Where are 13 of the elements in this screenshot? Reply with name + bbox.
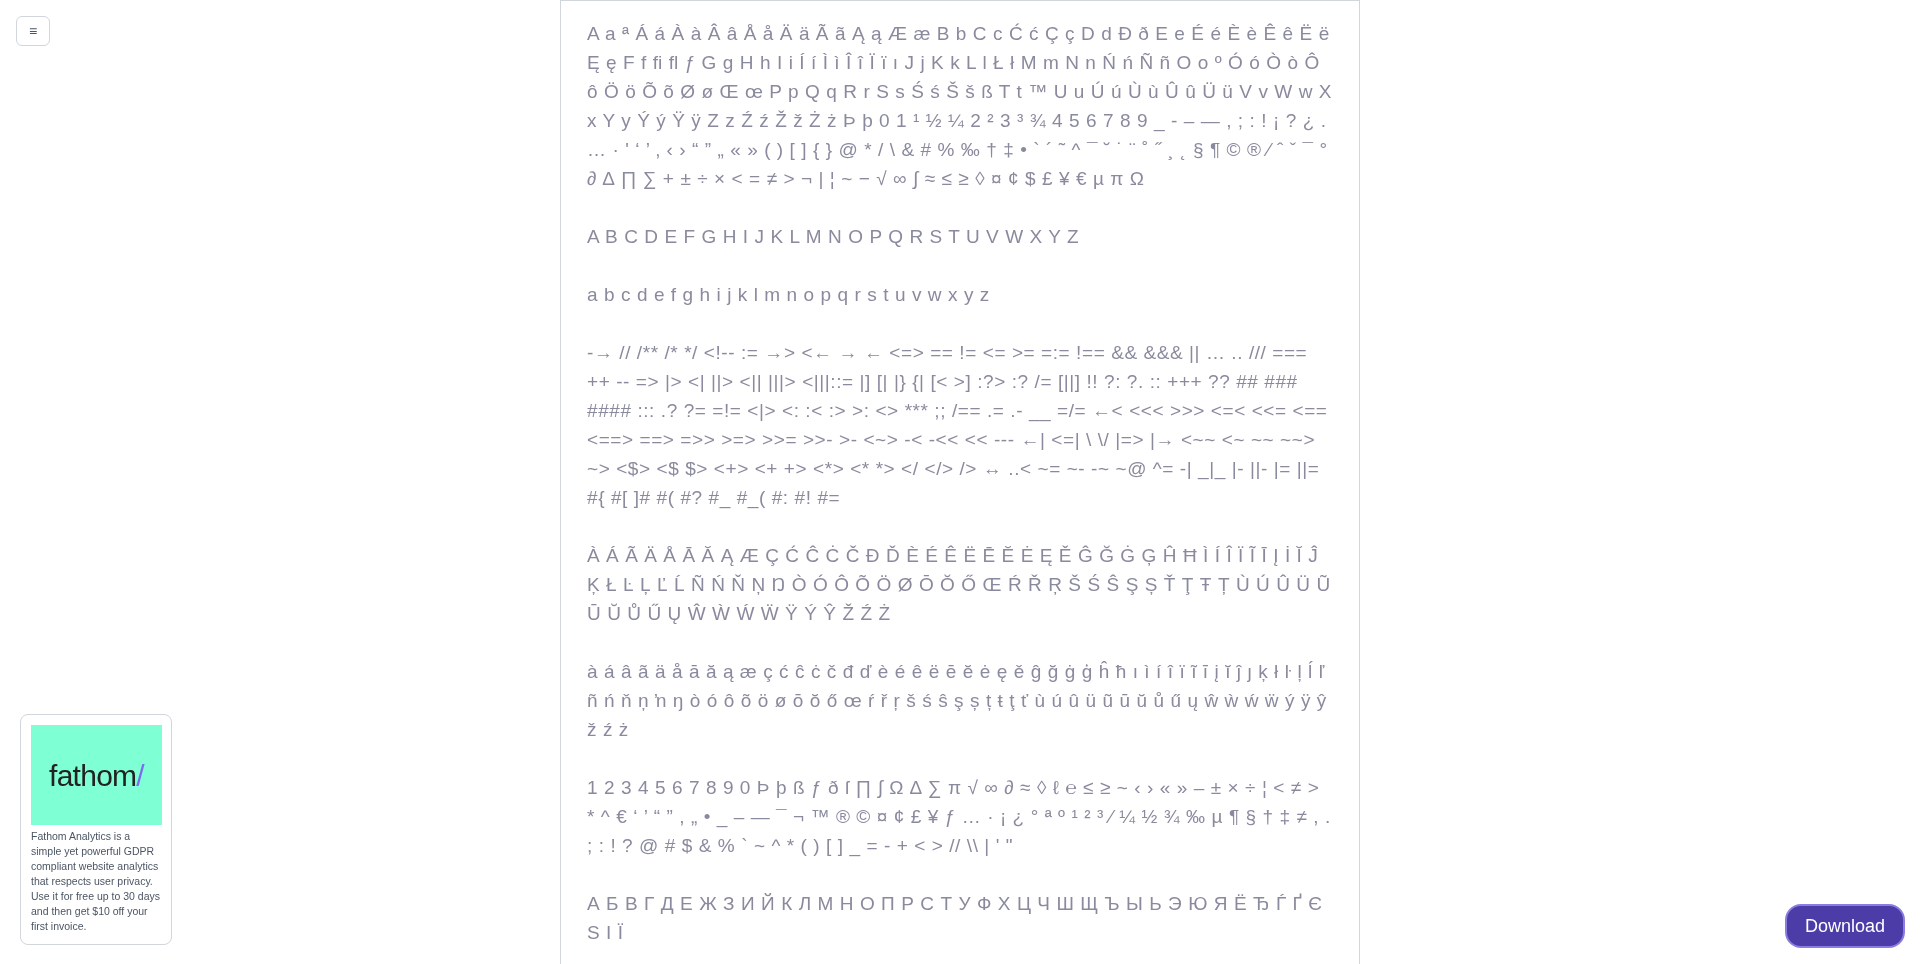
glyph-set: 1 2 3 4 5 6 7 8 9 0 Þ þ ß ƒ ð ſ ∏ ∫ Ω ∆ ∑ π √ ∞ ∂ ≈ ◊ ℓ ℮ ≤ ≥ ~ ‹ › « » – ± × ÷ ¦ < ≠ > * ^ € ‘ ’ “ ” , „ • _ – — ¯ ¬ ™ ® © ¤ ¢ £ ¥ ƒ … · ¡ ¿ ° ª º ¹ ² ³ ⁄ ¼ ½ ¾ ‰ µ ¶ § † ‡ ≠ , . ; : ! ? @ # $ & % ` ~ ^ * ( ) [ ] _ = - + < > // \\ | ' " <box>587 776 1332 859</box>
ad-description: Fathom Analytics is a simple yet powerful GDPR compliant website analytics that respects user privacy. Use it for free up to 30 days and then get $10 off your first invoice. <box>31 829 161 934</box>
glyph-set: a b c d e f g h i j k l m n o p q r s t u v w x y z <box>587 283 991 307</box>
glyph-set: A B C D E F G H I J K L M N O P Q R S T U V W X Y Z <box>587 225 1081 249</box>
fathom-logo: fathom/ <box>49 757 144 794</box>
glyph-set: А Б В Г Д Е Ж З И Й К Л М Н О П Р С Т У Ф Х Ц Ч Ш Щ Ъ Ы Ь Э Ю Я Ё Ђ Ѓ Ґ Є Ѕ І Ї <box>587 892 1324 945</box>
ad-banner[interactable]: fathom/ <box>31 725 162 825</box>
download-button[interactable]: Download <box>1785 904 1905 948</box>
glyph-set: à á â ã ä å ā ă ą æ ç ć ĉ ċ č đ ď è é ê ë ē ĕ ė ę ě ĝ ğ ġ ģ ĥ ħ ı ì í î ï ĩ ī į ĭ ĵ ȷ ķ ł ŀ ļ ĺ ľ ñ ń ň ņ ŉ ŋ ò ó ô õ ö ø ō ŏ ő œ ŕ ř ŗ š ś ŝ ş ș ț ŧ ţ ť ù ú û ü ũ ū ŭ ů ű ų ŵ ẁ ẃ ẅ ý ÿ ŷ ž ź ż <box>587 660 1328 742</box>
menu-button[interactable]: ≡ <box>16 16 50 46</box>
glyph-set: À Á Ã Ä Å Ā Ă Ą Æ Ç Ć Ĉ Ċ Č Đ Ď È É Ê Ë Ē Ĕ Ė Ę Ě Ĝ Ğ Ġ Ģ Ĥ Ħ Ì Í Î Ï Ĩ Ī Į İ Ĭ Ĵ Ķ Ł Ŀ Ļ Ľ Ĺ Ñ Ń Ň Ņ Ŋ Ò Ó Ô Õ Ö Ø Ō Ŏ Ő Œ Ŕ Ř Ŗ Š Ś Ŝ Ş Ș Ť Ţ Ŧ Ț Ù Ú Û Ü Ũ Ū Ŭ Ů Ű Ų Ŵ Ẁ Ẃ Ẅ Ÿ Ý Ŷ Ž Ź Ż <box>587 544 1332 626</box>
glyph-set: A a ª Á á À à Â â Å å Ä ä Ã ã Ą ą Æ æ B b C c Ć ć Ç ç D d Đ ð E e É é È è Ê ê Ë ë Ę ę F f ﬁ ﬂ ƒ G g H h I i Í í Ì ì Î î Ï ï ı J j K k L l Ł ł M m N n Ń ń Ñ ñ O o º Ó ó Ò ò Ô ô Ö ö Õ õ Ø ø Œ œ P p Q q R r S s Ś ś Š š ß T t ™ U u Ú ú Ù ù Û û Ü ü V v W w X x Y y Ý ý Ÿ ÿ Z z Ź ź Ž ž Ż ż Þ þ 0 1 ¹ ½ ¼ 2 ² 3 ³ ¾ 4 5 6 7 8 9 _ - – — , ; : ! ¡ ? ¿ . … · ' ‘ ’ ‚ ‹ › “ ” „ « » ( ) [ ] { } @ * / \ & # % ‰ † ‡ • ` ´ ˜ ^ ¯ ˘ ˙ ¨ ˚ ˝ ¸ ˛ § ¶ © ® ⁄ ˆ ˇ ¯ ° ∂ ∆ ∏ ∑ + ± ÷ × < = ≠ > ¬ | ¦ ~ − √ ∞ ∫ ≈ ≤ ≥ ◊ ¤ ¢ $ £ ¥ € µ π Ω <box>587 22 1333 191</box>
glyph-set: -→ // /** /* */ <!-- := →> <← → ← <=> == != <= >= =:= !== && &&& || … .. /// === ++ -- => |> <| ||> <|| |||> <|||::= |] [| |} {| [< >] :?> :? /= [||] !! ?: ?. :: +++ ?? ## ### #### ::: .? ?= =!= <|> <: :< :> >: <> *** ;; /== .= .- __ =/= ←< <<< >>> <=< <<= <== <==> ==> =>> >=> >>= >>- >- <~> -< -<< << --- ←| <=| \ \/ |=> |→ <~~ <~ ~~ ~~> ~> <$> <$ $> <+> <+ +> <*> <* *> </ </> /> ↔ ..< ~= ~- -~ ~@ ^= -| _|_ |- ||- |= ||= #{ #[ ]# #( #? #_ #_( #: #! #= <box>587 341 1329 511</box>
